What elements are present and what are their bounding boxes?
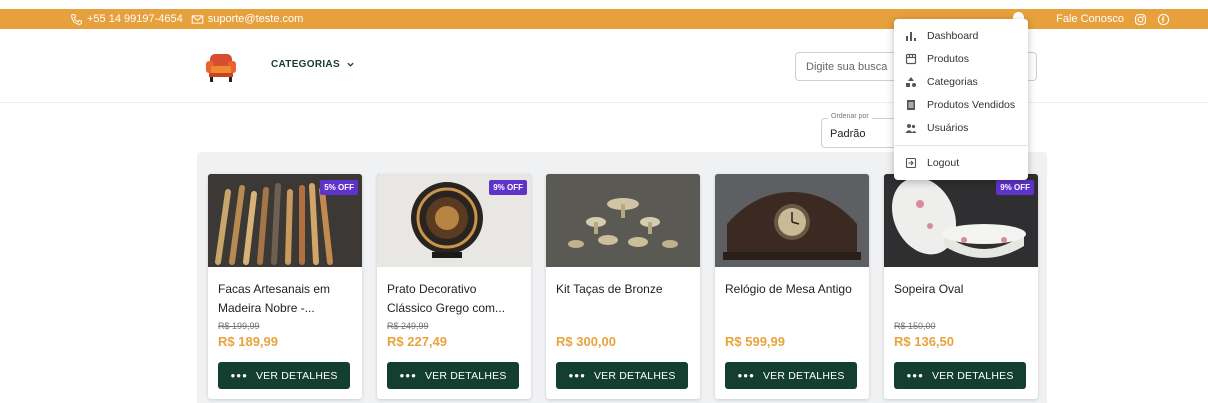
view-details-button[interactable]: ●●● VER DETALHES bbox=[725, 362, 857, 389]
instagram-icon[interactable] bbox=[1134, 13, 1147, 26]
menu-item-label: Categorias bbox=[927, 76, 978, 88]
users-icon bbox=[905, 124, 917, 133]
category-icon bbox=[906, 77, 916, 87]
old-price: R$ 199,99 bbox=[218, 321, 260, 331]
phone-number: +55 14 99197-4654 bbox=[87, 13, 183, 25]
contact-link[interactable]: Fale Conosco bbox=[1056, 13, 1124, 25]
product-grid: 5% OFF Facas Artesanais em Madeira Nobre… bbox=[197, 152, 1047, 403]
view-details-label: VER DETALHES bbox=[255, 369, 338, 382]
facebook-icon[interactable] bbox=[1157, 13, 1170, 26]
view-details-button[interactable]: ●●● VER DETALHES bbox=[218, 362, 350, 389]
view-details-button[interactable]: ●●● VER DETALHES bbox=[556, 362, 688, 389]
menu-item-produtos-vendidos[interactable]: Produtos Vendidos bbox=[894, 94, 1028, 116]
view-details-label: VER DETALHES bbox=[762, 369, 845, 382]
product-image bbox=[715, 174, 869, 267]
menu-item-categorias[interactable]: Categorias bbox=[894, 71, 1028, 93]
view-details-label: VER DETALHES bbox=[593, 369, 676, 382]
product-price: R$ 189,99 bbox=[218, 334, 278, 349]
product-image: 9% OFF bbox=[884, 174, 1038, 267]
sort-label: Ordenar por bbox=[828, 113, 872, 120]
categories-dropdown[interactable]: CATEGORIAS bbox=[271, 59, 355, 70]
menu-item-produtos[interactable]: Produtos bbox=[894, 48, 1028, 70]
view-details-label: VER DETALHES bbox=[424, 369, 507, 382]
mail-icon bbox=[191, 14, 204, 24]
product-price: R$ 136,50 bbox=[894, 334, 954, 349]
product-card[interactable]: 5% OFF Facas Artesanais em Madeira Nobre… bbox=[208, 174, 362, 399]
product-price: R$ 599,99 bbox=[725, 334, 785, 349]
categories-label: CATEGORIAS bbox=[271, 59, 340, 70]
search-placeholder: Digite sua busca bbox=[806, 61, 888, 73]
menu-divider bbox=[894, 145, 1028, 146]
storefront-icon bbox=[905, 53, 917, 65]
dots-icon: ●●● bbox=[906, 371, 924, 380]
sort-value: Padrão bbox=[830, 128, 866, 140]
user-menu: Dashboard Produtos Categorias Produtos V… bbox=[894, 19, 1028, 180]
phone-icon bbox=[71, 13, 82, 25]
menu-item-label: Logout bbox=[927, 157, 960, 169]
page: +55 14 99197-4654 suporte@teste.com Fale… bbox=[0, 0, 1208, 403]
dots-icon: ●●● bbox=[568, 371, 586, 380]
dots-icon: ●●● bbox=[230, 371, 248, 380]
receipt-icon bbox=[907, 100, 915, 110]
menu-item-usuarios[interactable]: Usuários bbox=[894, 117, 1028, 139]
product-title: Prato Decorativo Clássico Grego com... bbox=[387, 282, 506, 315]
menu-item-label: Produtos Vendidos bbox=[927, 99, 1016, 111]
bar-chart-icon bbox=[906, 32, 916, 41]
menu-item-label: Dashboard bbox=[927, 30, 979, 42]
old-price: R$ 249,99 bbox=[387, 321, 429, 331]
discount-badge: 9% OFF bbox=[489, 180, 527, 195]
product-title: Facas Artesanais em Madeira Nobre -... bbox=[218, 282, 331, 315]
menu-item-label: Produtos bbox=[927, 53, 970, 65]
view-details-label: VER DETALHES bbox=[931, 369, 1014, 382]
discount-badge: 9% OFF bbox=[996, 180, 1034, 195]
menu-item-dashboard[interactable]: Dashboard bbox=[894, 25, 1028, 47]
product-title: Sopeira Oval bbox=[894, 282, 964, 296]
product-card[interactable]: 9% OFF Sopeira Oval R$ 150,00 R$ 136,50 … bbox=[884, 174, 1038, 399]
product-image bbox=[546, 174, 700, 267]
phone-contact[interactable]: +55 14 99197-4654 bbox=[70, 13, 183, 26]
old-price: R$ 150,00 bbox=[894, 321, 936, 331]
discount-badge: 5% OFF bbox=[320, 180, 358, 195]
menu-item-logout[interactable]: Logout bbox=[894, 152, 1028, 174]
product-price: R$ 300,00 bbox=[556, 334, 616, 349]
view-details-button[interactable]: ●●● VER DETALHES bbox=[894, 362, 1026, 389]
email-contact[interactable]: suporte@teste.com bbox=[191, 13, 304, 26]
product-title: Kit Taças de Bronze bbox=[556, 282, 663, 296]
armchair-logo-icon[interactable] bbox=[203, 49, 239, 83]
product-image: 5% OFF bbox=[208, 174, 362, 267]
product-image: 9% OFF bbox=[377, 174, 531, 267]
product-title: Relógio de Mesa Antigo bbox=[725, 282, 852, 296]
email-address: suporte@teste.com bbox=[207, 13, 304, 25]
product-card[interactable]: Kit Taças de Bronze R$ 300,00 ●●● VER DET… bbox=[546, 174, 700, 399]
product-price: R$ 227,49 bbox=[387, 334, 447, 349]
product-card[interactable]: Relógio de Mesa Antigo R$ 599,99 ●●● VER … bbox=[715, 174, 869, 399]
logout-icon bbox=[905, 157, 917, 169]
dots-icon: ●●● bbox=[399, 371, 417, 380]
dots-icon: ●●● bbox=[737, 371, 755, 380]
product-card[interactable]: 9% OFF Prato Decorativo Clássico Grego c… bbox=[377, 174, 531, 399]
view-details-button[interactable]: ●●● VER DETALHES bbox=[387, 362, 519, 389]
chevron-down-icon bbox=[347, 62, 354, 67]
menu-item-label: Usuários bbox=[927, 122, 969, 134]
